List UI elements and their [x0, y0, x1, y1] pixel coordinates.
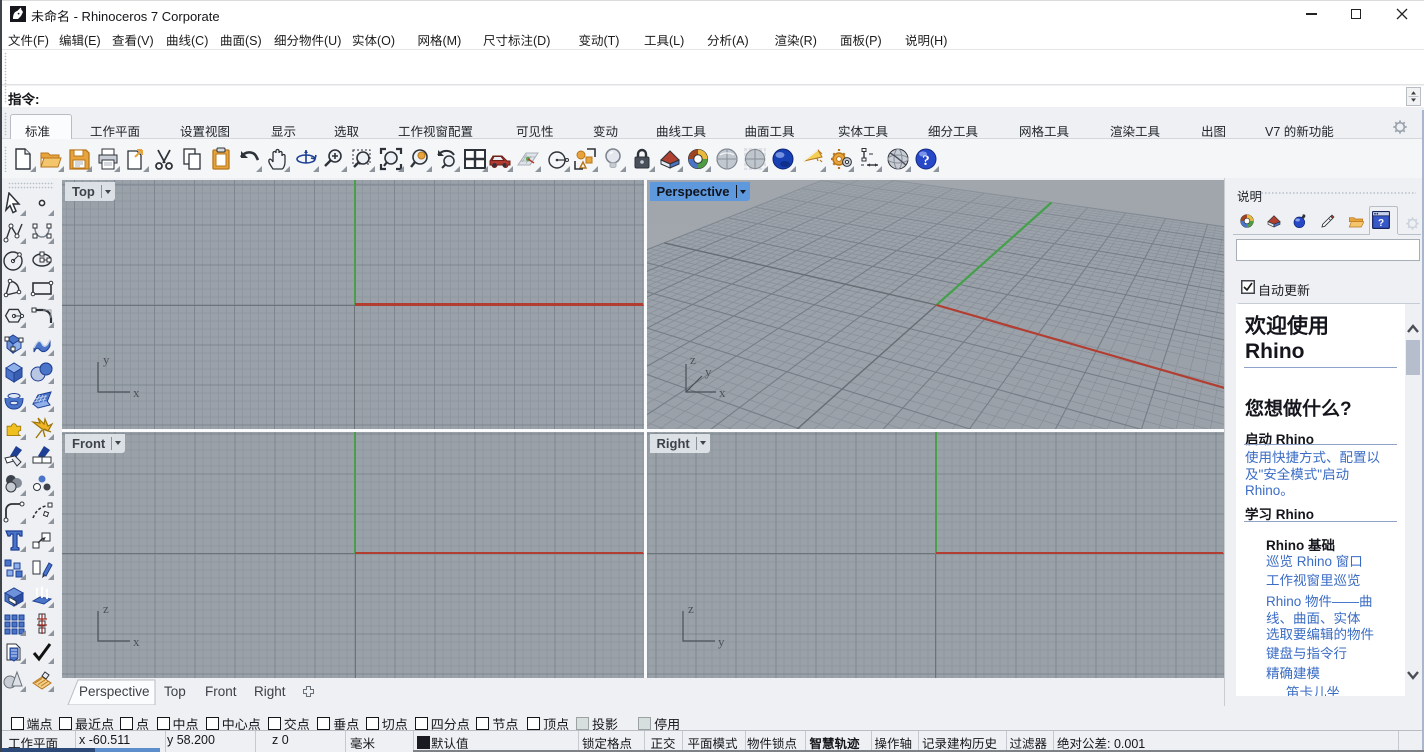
svg-text:z: z	[103, 601, 109, 616]
svg-text:?: ?	[922, 153, 930, 169]
svg-text:x: x	[133, 634, 140, 649]
svg-text:y: y	[103, 352, 110, 367]
svg-text:z: z	[690, 352, 696, 367]
svg-text:y: y	[718, 634, 725, 649]
svg-text:y: y	[705, 364, 712, 379]
svg-text:?: ?	[1378, 218, 1384, 229]
svg-text:x: x	[719, 385, 726, 400]
svg-text:z: z	[688, 601, 694, 616]
svg-text:x: x	[133, 385, 140, 400]
